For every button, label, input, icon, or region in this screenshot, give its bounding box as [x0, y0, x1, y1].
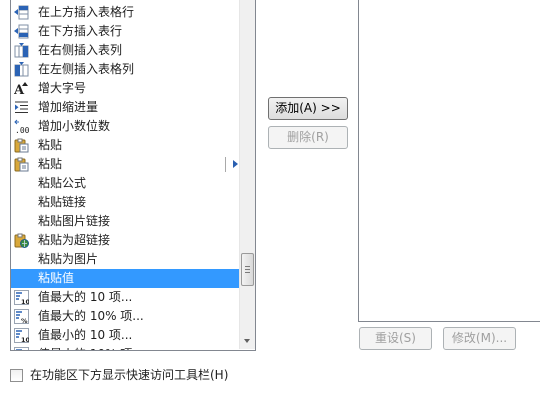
- submenu-arrow-icon[interactable]: [233, 160, 238, 168]
- command-list-item-label: 值最大的 10% 项...: [38, 309, 144, 323]
- submenu-separator: [225, 157, 226, 172]
- show-toolbar-below-ribbon-label: 在功能区下方显示快速访问工具栏(H): [30, 368, 229, 382]
- scrollbar-thumb[interactable]: [241, 253, 254, 286]
- command-list-item[interactable]: 粘贴值: [11, 269, 240, 288]
- scroll-down-arrow-icon[interactable]: [240, 333, 255, 349]
- reset-button[interactable]: 重设(S): [359, 327, 432, 350]
- command-list-item[interactable]: 粘贴链接: [11, 193, 240, 212]
- commands-list[interactable]: 在上方插入表格行 在下方插入表行 在右侧插入表列 在左侧插入表格列 A 增大字号增加缩进量…: [10, 0, 256, 351]
- bottom-10-icon: 10: [14, 328, 31, 344]
- thumb-grip-icon: [245, 272, 250, 273]
- command-list-item[interactable]: 在左侧插入表格列: [11, 60, 240, 79]
- insert-rows-below-icon: [14, 24, 29, 39]
- command-list-item[interactable]: 粘贴图片链接: [11, 212, 240, 231]
- command-list-item-label: 粘贴图片链接: [38, 214, 111, 228]
- insert-rows-above-icon: [14, 5, 29, 20]
- commands-list-items: 在上方插入表格行 在下方插入表行 在右侧插入表列 在左侧插入表格列 A 增大字号增加缩进量…: [11, 3, 240, 350]
- command-list-item-label: 增加缩进量: [38, 100, 99, 114]
- command-list-item[interactable]: 粘贴: [11, 155, 240, 174]
- svg-text:%: %: [21, 317, 28, 324]
- command-list-item[interactable]: A 增大字号: [11, 79, 240, 98]
- paste-icon: [14, 138, 29, 153]
- command-list-item-label: 值最小的 10% 项...: [38, 347, 144, 350]
- top-10-icon: 10: [14, 290, 31, 306]
- quick-access-toolbar-list[interactable]: [358, 0, 540, 322]
- bottom-10-percent-icon: %: [14, 347, 29, 350]
- show-toolbar-below-ribbon-checkbox[interactable]: [10, 369, 23, 382]
- svg-text:10: 10: [21, 298, 29, 305]
- commands-list-scrollbar[interactable]: [239, 0, 255, 349]
- svg-text:10: 10: [21, 336, 29, 343]
- command-list-item[interactable]: 增加缩进量: [11, 98, 240, 117]
- command-list-item[interactable]: 粘贴: [11, 136, 240, 155]
- svg-text:.00: .00: [15, 126, 29, 134]
- command-list-item-label: 在下方插入表行: [38, 24, 123, 38]
- paste-icon: [14, 157, 29, 172]
- command-list-item[interactable]: 在上方插入表格行: [11, 3, 240, 22]
- modify-button[interactable]: 修改(M)...: [443, 327, 516, 350]
- command-list-item-label: 粘贴值: [38, 271, 75, 285]
- command-list-item-label: 值最大的 10 项...: [38, 290, 133, 304]
- command-list-item[interactable]: 粘贴为图片: [11, 250, 240, 269]
- increase-decimal-icon: .00: [14, 119, 30, 135]
- add-button[interactable]: 添加(A) >>: [268, 97, 348, 120]
- grow-font-icon: A: [13, 81, 29, 98]
- command-list-item[interactable]: % 值最大的 10% 项...: [11, 307, 240, 326]
- command-list-item-label: 粘贴为图片: [38, 252, 99, 266]
- command-list-item-label: 粘贴公式: [38, 176, 87, 190]
- increase-indent-icon: [14, 100, 29, 115]
- command-list-item-label: 粘贴: [38, 157, 63, 171]
- command-list-item-label: 增加小数位数: [38, 119, 111, 133]
- command-list-item-label: 在上方插入表格行: [38, 5, 135, 19]
- command-list-item[interactable]: % 值最小的 10% 项...: [11, 345, 240, 350]
- thumb-grip-icon: [245, 269, 250, 270]
- command-list-item-label: 粘贴: [38, 138, 63, 152]
- insert-columns-left-icon: [14, 62, 29, 77]
- command-list-item[interactable]: .00 增加小数位数: [11, 117, 240, 136]
- insert-columns-right-icon: [14, 43, 29, 58]
- command-list-item[interactable]: 10 值最小的 10 项...: [11, 326, 240, 345]
- command-list-item[interactable]: 粘贴公式: [11, 174, 240, 193]
- top-10-percent-icon: %: [14, 309, 29, 325]
- command-list-item-label: 在右侧插入表列: [38, 43, 123, 57]
- paste-hyperlink-icon: [14, 233, 29, 248]
- command-list-item-label: 在左侧插入表格列: [38, 62, 135, 76]
- command-list-item[interactable]: 在右侧插入表列: [11, 41, 240, 60]
- command-list-item[interactable]: 在下方插入表行: [11, 22, 240, 41]
- command-list-item-label: 粘贴为超链接: [38, 233, 111, 247]
- remove-button[interactable]: 删除(R): [268, 126, 348, 149]
- command-list-item-label: 值最小的 10 项...: [38, 328, 133, 342]
- command-list-item-label: 粘贴链接: [38, 195, 87, 209]
- command-list-item-label: 增大字号: [38, 81, 87, 95]
- command-list-item[interactable]: 10 值最大的 10 项...: [11, 288, 240, 307]
- thumb-grip-icon: [245, 266, 250, 267]
- command-list-item[interactable]: 粘贴为超链接: [11, 231, 240, 250]
